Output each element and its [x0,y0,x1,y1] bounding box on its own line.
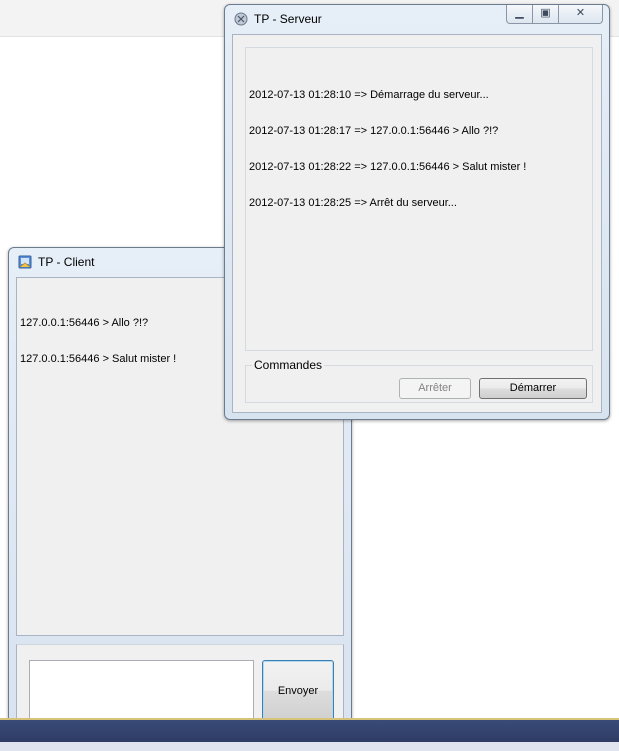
server-window: TP - Serveur ▁ ▣ ✕ 2012-07-13 01:28:10 =… [224,4,610,420]
maximize-button[interactable]: ▣ [533,5,559,24]
start-button-label: Démarrer [509,382,557,394]
stop-button-label: Arrêter [418,382,452,394]
close-button[interactable]: ✕ [559,5,603,24]
minimize-icon: ▁ [515,7,524,19]
commands-group-label: Commandes [252,358,325,372]
stop-button[interactable]: Arrêter [399,378,471,399]
start-button[interactable]: Démarrer [479,378,587,399]
client-app-icon [18,255,32,269]
server-log-entry: 2012-07-13 01:28:22 => 127.0.0.1:56446 >… [249,161,527,173]
commands-groupbox: Commandes Arrêter Démarrer [245,358,593,403]
server-log-entry: 2012-07-13 01:28:25 => Arrêt du serveur.… [249,197,457,209]
server-log-entry: 2012-07-13 01:28:10 => Démarrage du serv… [249,89,489,101]
server-caption-buttons: ▁ ▣ ✕ [506,5,603,25]
client-message: 127.0.0.1:56446 > Allo ?!? [20,317,149,329]
close-icon: ✕ [575,7,586,19]
server-window-title: TP - Serveur [254,12,322,26]
taskbar-bottom-strip [0,742,619,751]
server-app-icon [234,12,248,26]
client-window-title: TP - Client [38,255,95,269]
server-log-entry: 2012-07-13 01:28:17 => 127.0.0.1:56446 >… [249,125,499,137]
client-message: 127.0.0.1:56446 > Salut mister ! [20,353,177,365]
server-log-panel: 2012-07-13 01:28:10 => Démarrage du serv… [245,47,593,351]
send-button[interactable]: Envoyer [262,660,334,722]
message-input[interactable] [29,660,254,724]
client-messages-list: 127.0.0.1:56446 > Allo ?!? 127.0.0.1:564… [20,293,176,389]
server-log-list: 2012-07-13 01:28:10 => Démarrage du serv… [249,65,526,233]
minimize-button[interactable]: ▁ [506,5,533,24]
maximize-icon: ▣ [540,7,551,19]
server-client-area: 2012-07-13 01:28:10 => Démarrage du serv… [232,34,602,413]
send-button-label: Envoyer [277,685,319,697]
